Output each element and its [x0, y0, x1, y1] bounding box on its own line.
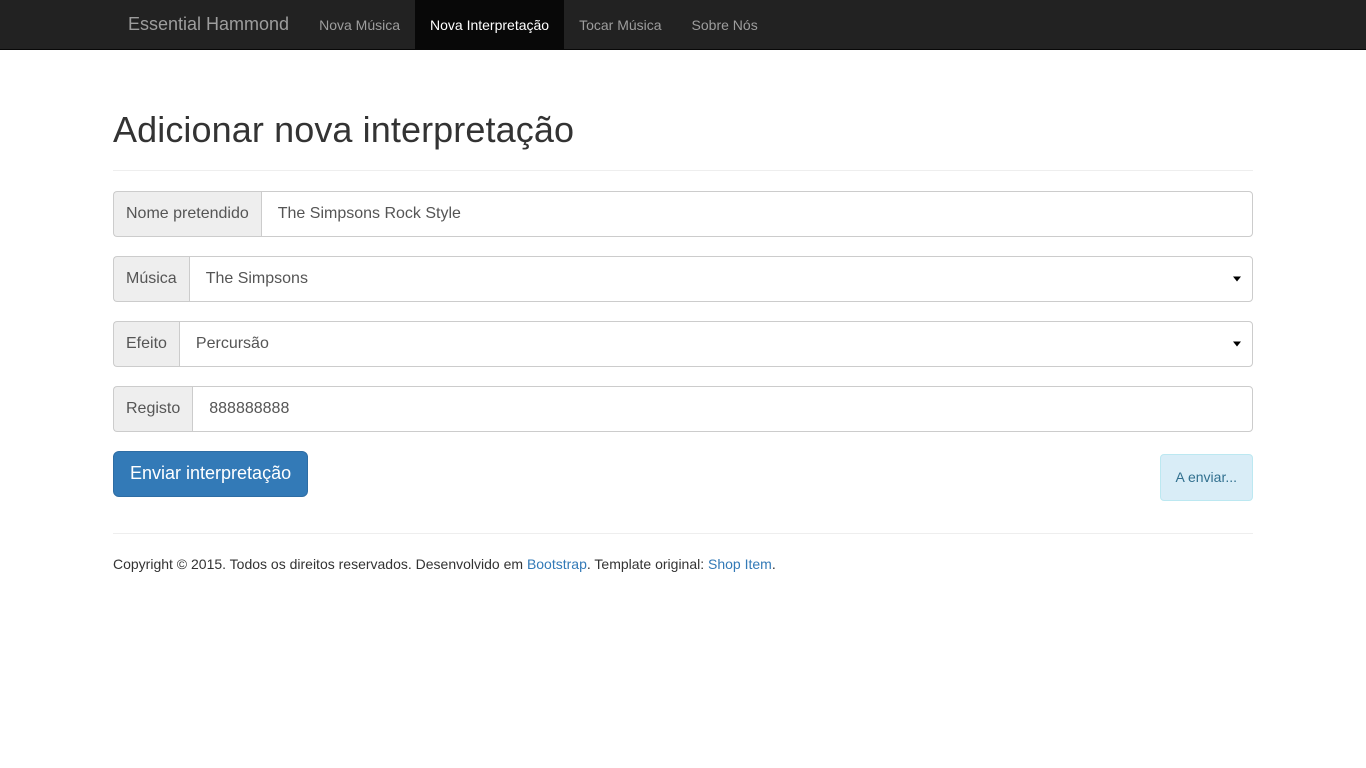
nav-item-tocar-musica: Tocar Música: [564, 0, 676, 49]
form-actions: Enviar interpretação A enviar...: [113, 450, 1253, 502]
footer-text-end: .: [771, 556, 776, 573]
label-registo: Registo: [113, 385, 193, 432]
footer-text-middle: . Template original:: [586, 556, 709, 573]
input-nome-pretendido[interactable]: [260, 190, 1253, 237]
page-title: Adicionar nova interpretação: [113, 109, 575, 150]
interpretation-form: Nome pretendido Música The Simpsons Efei…: [113, 190, 1253, 502]
nav-link-sobre-nos[interactable]: Sobre Nós: [677, 0, 773, 49]
field-group-nome-pretendido: Nome pretendido: [113, 190, 1253, 237]
status-alert: A enviar...: [1159, 453, 1253, 502]
header-divider: [113, 169, 1253, 171]
nav-item-nova-interpretacao: Nova Interpretação: [415, 0, 565, 49]
footer-divider: [113, 533, 1253, 535]
submit-interpretation-button[interactable]: Enviar interpretação: [113, 450, 309, 497]
footer-text-before: Copyright © 2015. Todos os direitos rese…: [113, 556, 527, 573]
navbar-nav-list: Nova Música Nova Interpretação Tocar Mús…: [304, 0, 773, 49]
nav-link-nova-musica[interactable]: Nova Música: [304, 0, 415, 49]
label-nome-pretendido: Nome pretendido: [113, 190, 261, 237]
navbar-brand[interactable]: Essential Hammond: [113, 0, 304, 49]
page-footer: Copyright © 2015. Todos os direitos rese…: [113, 554, 1253, 574]
nav-link-nova-interpretacao[interactable]: Nova Interpretação: [415, 0, 565, 49]
nav-item-nova-musica: Nova Música: [304, 0, 415, 49]
nav-item-sobre-nos: Sobre Nós: [677, 0, 773, 49]
main-container: Adicionar nova interpretação Nome preten…: [98, 50, 1268, 574]
footer-copyright: Copyright © 2015. Todos os direitos rese…: [113, 554, 1253, 574]
input-registo[interactable]: [192, 385, 1253, 432]
select-shell-musica: The Simpsons: [188, 255, 1253, 302]
label-musica: Música: [113, 255, 189, 302]
footer-link-bootstrap[interactable]: Bootstrap: [527, 556, 587, 572]
select-efeito[interactable]: Percursão: [178, 320, 1253, 367]
page-header: Adicionar nova interpretação: [113, 50, 1253, 150]
nav-link-tocar-musica[interactable]: Tocar Música: [564, 0, 676, 49]
footer-link-shop-item[interactable]: Shop Item: [708, 556, 772, 572]
navbar-inner: Essential Hammond Nova Música Nova Inter…: [98, 0, 1268, 49]
field-group-registo: Registo: [113, 385, 1253, 432]
top-navbar: Essential Hammond Nova Música Nova Inter…: [0, 0, 1366, 50]
select-shell-efeito: Percursão: [178, 320, 1253, 367]
field-group-efeito: Efeito Percursão: [113, 320, 1253, 367]
field-group-musica: Música The Simpsons: [113, 255, 1253, 302]
label-efeito: Efeito: [113, 320, 179, 367]
select-musica[interactable]: The Simpsons: [188, 255, 1253, 302]
